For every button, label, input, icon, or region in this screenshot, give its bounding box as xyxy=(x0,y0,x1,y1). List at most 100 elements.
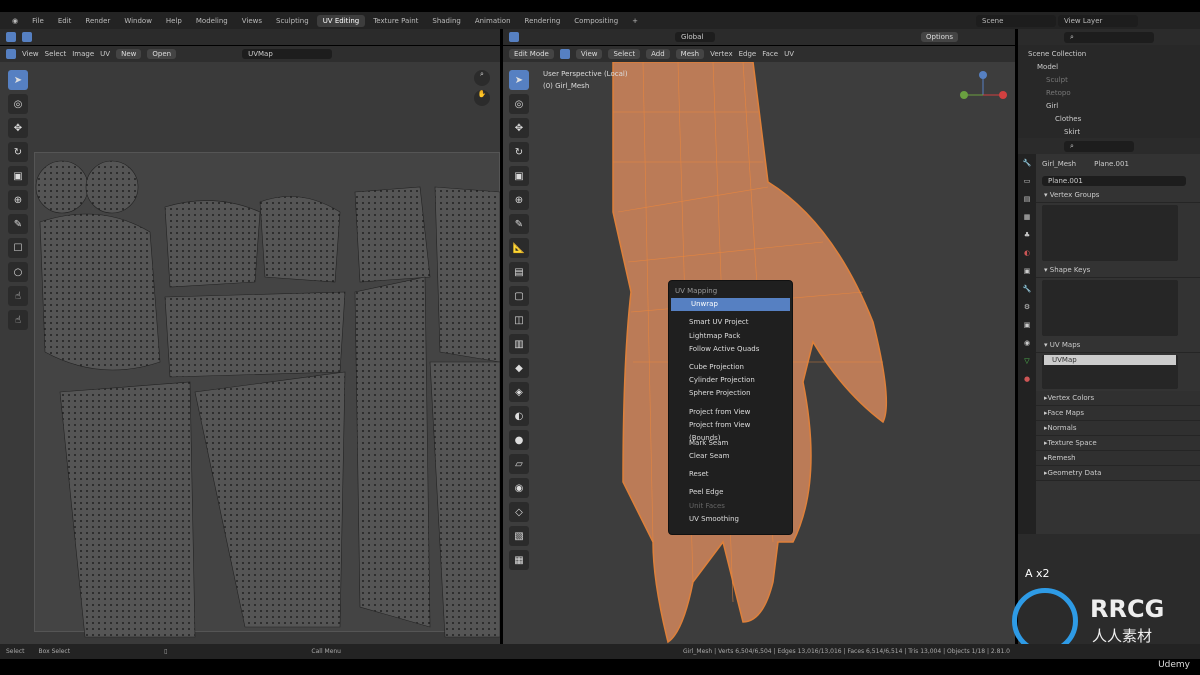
shear-tool-icon[interactable]: ◇ xyxy=(509,502,529,522)
loop-cut-tool-icon[interactable]: ▥ xyxy=(509,334,529,354)
select-tool-icon[interactable]: ➤ xyxy=(509,70,529,90)
scale-tool-icon[interactable]: ▣ xyxy=(509,166,529,186)
outliner-item[interactable]: Skirt xyxy=(1018,125,1200,138)
poly-build-tool-icon[interactable]: ◈ xyxy=(509,382,529,402)
view-layer-selector[interactable]: View Layer xyxy=(1058,14,1139,27)
select-tool-icon[interactable]: ➤ xyxy=(8,70,28,90)
panel-collapsed[interactable]: ▸ Normals xyxy=(1036,421,1200,436)
tab-texture-paint[interactable]: Texture Paint xyxy=(367,15,424,27)
select-mode-icon[interactable] xyxy=(6,32,16,42)
knife-tool-icon[interactable]: ◆ xyxy=(509,358,529,378)
sample-tool-icon[interactable]: ▦ xyxy=(509,550,529,570)
tab-animation[interactable]: Animation xyxy=(469,15,517,27)
bevel-tool-icon[interactable]: ◫ xyxy=(509,310,529,330)
panel-uv-maps[interactable]: ▾ UV Maps xyxy=(1036,338,1200,353)
move-tool-icon[interactable]: ✥ xyxy=(8,118,28,138)
spin-tool-icon[interactable]: ◐ xyxy=(509,406,529,426)
menu-item-lightmap-pack[interactable]: Lightmap Pack xyxy=(669,330,792,343)
menu-item-follow-active-quads[interactable]: Follow Active Quads xyxy=(669,343,792,356)
tab-rendering[interactable]: Rendering xyxy=(519,15,567,27)
menu-render[interactable]: Render xyxy=(79,15,116,27)
uv-editor-canvas[interactable]: ➤ ◎ ✥ ↻ ▣ ⊕ ✎ ☐ ○ ☝ ☝ ⌕ ✋ xyxy=(0,62,500,644)
uv-menu-view[interactable]: View xyxy=(22,50,39,58)
transform-tool-icon[interactable]: ⊕ xyxy=(509,190,529,210)
panel-collapsed[interactable]: ▸ Texture Space xyxy=(1036,436,1200,451)
panel-shape-keys[interactable]: ▾ Shape Keys xyxy=(1036,263,1200,278)
move-tool-icon[interactable]: ✥ xyxy=(509,118,529,138)
measure-tool-icon[interactable]: 📐 xyxy=(509,238,529,258)
select-mode-icon[interactable] xyxy=(22,32,32,42)
uv-menu-uv[interactable]: UV xyxy=(100,50,110,58)
select-mode-icon[interactable] xyxy=(509,32,519,42)
outliner-item[interactable]: Clothes xyxy=(1018,112,1200,125)
panel-collapsed[interactable]: ▸ Face Maps xyxy=(1036,406,1200,421)
pan-hand-icon[interactable]: ✋ xyxy=(474,90,490,106)
menu-help[interactable]: Help xyxy=(160,15,188,27)
options-dropdown[interactable]: Options xyxy=(921,32,959,42)
new-image-button[interactable]: New xyxy=(116,49,142,59)
menu-item-reset[interactable]: Reset xyxy=(669,468,792,481)
relax-tool-icon[interactable]: ○ xyxy=(8,262,28,282)
vp-menu-select[interactable]: Select xyxy=(608,49,641,59)
rotate-tool-icon[interactable]: ↻ xyxy=(509,142,529,162)
menu-item-mark-seam[interactable]: Mark Seam xyxy=(669,437,792,450)
tab-uv-editing[interactable]: UV Editing xyxy=(316,14,366,27)
blender-logo-icon[interactable]: ◉ xyxy=(6,15,24,27)
menu-window[interactable]: Window xyxy=(118,15,158,27)
menu-file[interactable]: File xyxy=(26,15,50,27)
mode-dropdown[interactable]: Edit Mode xyxy=(509,49,554,59)
vertex-select-icon[interactable] xyxy=(559,49,570,59)
menu-item-uv-smoothing[interactable]: UV Smoothing xyxy=(669,513,792,526)
uv-menu-select[interactable]: Select xyxy=(45,50,67,58)
outliner-item[interactable]: Retopo xyxy=(1018,86,1200,99)
vp-menu-vertex[interactable]: Vertex xyxy=(710,50,733,58)
vp-menu-edge[interactable]: Edge xyxy=(739,50,757,58)
menu-item-peel-edge[interactable]: Peel Edge xyxy=(669,486,792,499)
tab-modeling[interactable]: Modeling xyxy=(190,15,234,27)
menu-item-clear-seam[interactable]: Clear Seam xyxy=(669,450,792,463)
extrude-tool-icon[interactable]: ▤ xyxy=(509,262,529,282)
outliner-item[interactable]: Scene Collection xyxy=(1018,47,1200,60)
tab-views[interactable]: Views xyxy=(236,15,268,27)
scene-selector[interactable]: Scene xyxy=(976,14,1057,27)
cursor-tool-icon[interactable]: ◎ xyxy=(8,94,28,114)
outliner-item[interactable]: Sculpt xyxy=(1018,73,1200,86)
menu-item-cylinder-projection[interactable]: Cylinder Projection xyxy=(669,374,792,387)
edge-slide-tool-icon[interactable]: ▱ xyxy=(509,454,529,474)
vertex-select-icon[interactable] xyxy=(6,49,16,59)
vertex-groups-list[interactable] xyxy=(1042,205,1178,261)
rotate-tool-icon[interactable]: ↻ xyxy=(8,142,28,162)
orientation-dropdown[interactable]: Global xyxy=(675,32,715,42)
vp-menu-view[interactable]: View xyxy=(575,49,603,59)
zoom-icon[interactable]: ⌕ xyxy=(474,70,490,86)
open-image-button[interactable]: Open xyxy=(147,49,177,59)
add-workspace-button[interactable]: + xyxy=(626,15,644,27)
menu-item-project-from-view-bounds[interactable]: Project from View (Bounds) xyxy=(669,419,792,442)
transform-tool-icon[interactable]: ⊕ xyxy=(8,190,28,210)
scale-tool-icon[interactable]: ▣ xyxy=(8,166,28,186)
annotate-tool-icon[interactable]: ✎ xyxy=(509,214,529,234)
mesh-datablock-field[interactable]: Plane.001 xyxy=(1042,176,1186,186)
shape-keys-list[interactable] xyxy=(1042,280,1178,336)
vp-menu-add[interactable]: Add xyxy=(646,49,670,59)
panel-collapsed[interactable]: ▸ Remesh xyxy=(1036,451,1200,466)
tab-shading[interactable]: Shading xyxy=(426,15,466,27)
tab-compositing[interactable]: Compositing xyxy=(568,15,624,27)
vp-menu-uv[interactable]: UV xyxy=(784,50,794,58)
tab-sculpting[interactable]: Sculpting xyxy=(270,15,315,27)
uv-menu-image[interactable]: Image xyxy=(72,50,94,58)
menu-item-cube-projection[interactable]: Cube Projection xyxy=(669,361,792,374)
menu-item-unwrap[interactable]: Unwrap xyxy=(671,298,790,312)
panel-collapsed[interactable]: ▸ Geometry Data xyxy=(1036,466,1200,481)
pinch-tool-icon[interactable]: ☝ xyxy=(8,286,28,306)
panel-collapsed[interactable]: ▸ Vertex Colors xyxy=(1036,391,1200,406)
uv-map-item[interactable]: UVMap xyxy=(1044,355,1176,365)
vp-menu-mesh[interactable]: Mesh xyxy=(675,49,705,59)
cursor-tool-icon[interactable]: ◎ xyxy=(509,94,529,114)
inset-tool-icon[interactable]: ▢ xyxy=(509,286,529,306)
smooth-tool-icon[interactable]: ● xyxy=(509,430,529,450)
vp-menu-face[interactable]: Face xyxy=(762,50,778,58)
menu-item-project-from-view[interactable]: Project from View xyxy=(669,406,792,419)
outliner-search[interactable]: ⌕ xyxy=(1064,31,1154,43)
annotate-tool-icon[interactable]: ✎ xyxy=(8,214,28,234)
